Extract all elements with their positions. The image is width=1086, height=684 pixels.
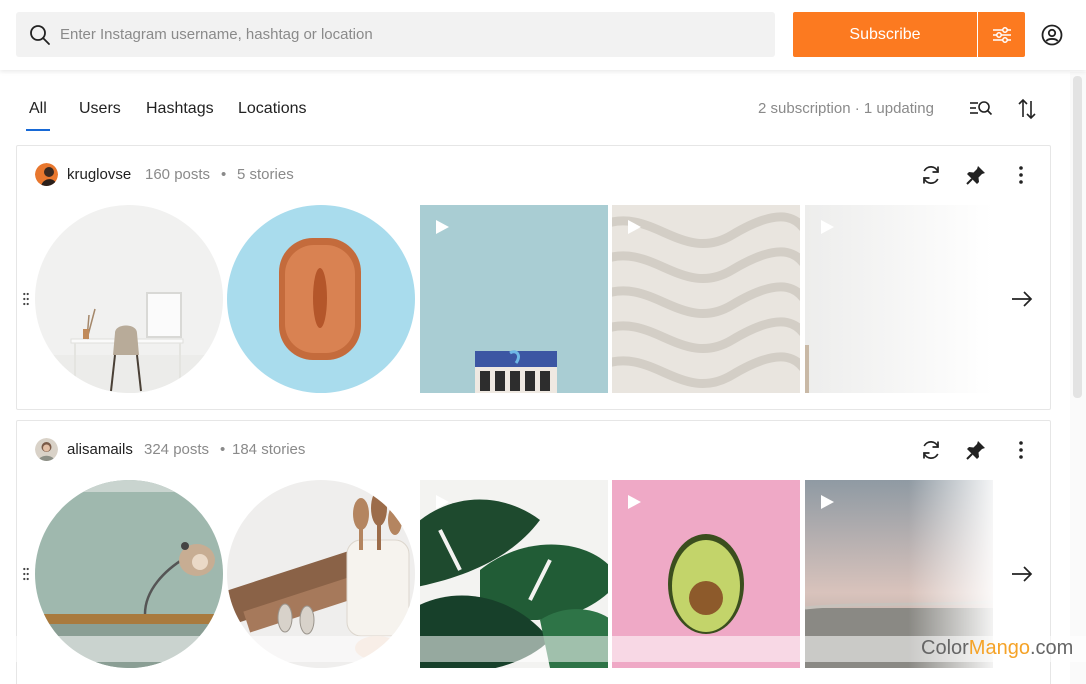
tab-all[interactable]: All [26, 100, 50, 131]
posts-count: 324 posts [144, 441, 210, 458]
feed-header: alisamails 324 posts • 184 stories [17, 421, 1050, 477]
meta-separator: • [220, 441, 226, 458]
top-bar: Subscribe [0, 0, 1086, 70]
tab-hashtags[interactable]: Hashtags [146, 100, 214, 118]
play-icon [821, 220, 834, 234]
search-icon [30, 24, 50, 45]
play-icon [628, 495, 641, 509]
more-icon[interactable] [1009, 163, 1033, 187]
posts-count: 160 posts [145, 166, 211, 183]
search-box[interactable] [16, 12, 775, 57]
watermark-prefix: Color [921, 637, 969, 659]
drag-handle-icon[interactable] [23, 292, 29, 306]
filters-button[interactable] [978, 12, 1025, 57]
avatar[interactable] [35, 163, 58, 186]
search-input[interactable] [60, 26, 740, 43]
pin-icon[interactable] [964, 163, 988, 187]
account-icon[interactable] [1040, 23, 1064, 47]
sliders-icon [992, 26, 1011, 43]
feed-header: kruglovse 160 posts • 5 stories [17, 146, 1050, 202]
feed-username[interactable]: alisamails [67, 441, 133, 458]
more-icon[interactable] [1009, 438, 1033, 462]
play-icon [821, 495, 834, 509]
story-thumbnail[interactable] [227, 205, 415, 393]
feed-username[interactable]: kruglovse [67, 166, 131, 183]
play-icon [436, 220, 449, 234]
filter-tabs: All Users Hashtags Locations 2 subscript… [0, 85, 1060, 135]
arrow-right-icon[interactable] [1009, 564, 1035, 584]
refresh-icon[interactable] [919, 438, 943, 462]
tab-users[interactable]: Users [79, 100, 121, 118]
video-thumbnail[interactable] [805, 205, 993, 393]
drag-handle-icon[interactable] [23, 567, 29, 581]
stories-count: 184 stories [232, 441, 306, 458]
subscription-status: 2 subscription · 1 updating [758, 100, 934, 117]
arrow-right-icon[interactable] [1009, 289, 1035, 309]
stories-count: 5 stories [237, 166, 294, 183]
video-thumbnail[interactable] [612, 205, 800, 393]
play-icon [436, 495, 449, 509]
watermark-suffix: .com [1029, 637, 1074, 659]
watermark-mid: Mango [968, 637, 1030, 659]
video-thumbnail[interactable] [420, 205, 608, 393]
story-thumbnail[interactable] [35, 205, 223, 393]
play-icon [628, 220, 641, 234]
list-search-icon[interactable] [969, 97, 993, 121]
feed-card: kruglovse 160 posts • 5 stories [16, 145, 1051, 410]
sort-icon[interactable] [1015, 97, 1039, 121]
pin-icon[interactable] [964, 438, 988, 462]
avatar[interactable] [35, 438, 58, 461]
subscribe-button[interactable]: Subscribe [793, 12, 977, 57]
refresh-icon[interactable] [919, 163, 943, 187]
tab-locations[interactable]: Locations [238, 100, 307, 118]
scrollbar-thumb[interactable] [1073, 76, 1082, 398]
watermark: ColorMango.com [921, 637, 1073, 660]
meta-separator: • [221, 166, 227, 183]
